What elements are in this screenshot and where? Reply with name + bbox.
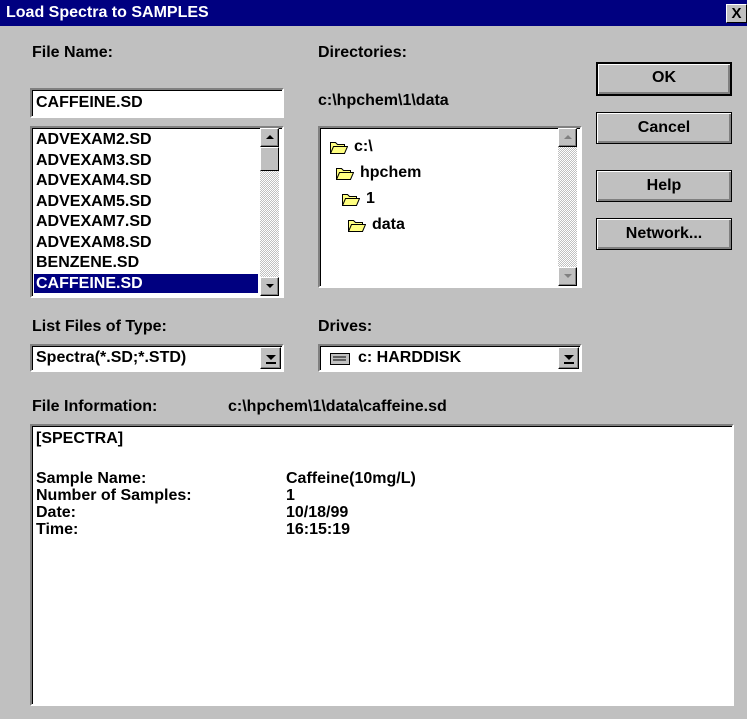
drives-label: Drives: [318,318,373,335]
file-list[interactable]: ADVEXAM2.SD ADVEXAM3.SD ADVEXAM4.SD ADVEXAM… [30,126,284,298]
list-item[interactable]: ADVEXAM3.SD [36,151,152,170]
file-type-label: List Files of Type: [32,318,167,335]
list-item[interactable]: ADVEXAM7.SD [36,212,152,231]
list-item[interactable]: ADVEXAM4.SD [36,171,152,190]
info-value: 1 [286,487,295,504]
drives-value: c: HARDDISK [358,349,462,366]
cancel-button-label: Cancel [637,119,691,136]
open-folder-icon [341,192,361,206]
drives-chevron-down-icon[interactable] [558,347,579,369]
info-key: Sample Name: [36,470,147,487]
help-button[interactable]: Help [596,170,732,202]
hard-drive-icon [330,353,350,365]
info-value: Caffeine(10mg/L) [286,470,416,487]
file-information-panel: [SPECTRA] Sample Name: Caffeine(10mg/L) Nu… [30,424,734,706]
directory-name: c:\ [354,138,373,155]
list-item[interactable]: BENZENE.SD [36,253,139,272]
directories-label-text: Directories: [318,44,407,61]
dir-scroll-up-button[interactable] [558,128,577,147]
file-information-header: [SPECTRA] [36,430,124,447]
drives-select[interactable]: c: HARDDISK [318,344,582,372]
open-folder-icon [335,166,355,180]
info-value: 16:15:19 [286,521,351,538]
open-folder-icon [347,218,367,232]
file-information-path: c:\hpchem\1\data\caffeine.sd [228,398,447,415]
window-title: Load Spectra to SAMPLES [6,4,209,21]
title-bar[interactable]: Load Spectra to SAMPLES X [0,0,747,26]
file-information-label: File Information: [32,398,158,415]
close-button[interactable]: X [726,4,747,23]
directory-name: hpchem [360,164,422,181]
file-name-value: CAFFEINE.SD [36,94,143,111]
ok-button[interactable]: OK [596,62,732,96]
cancel-button[interactable]: Cancel [596,112,732,144]
network-button[interactable]: Network... [596,218,732,250]
directory-scrollbar[interactable] [558,128,577,286]
file-name-label: File Name: [32,44,113,62]
list-item[interactable]: ADVEXAM2.SD [36,130,152,149]
chevron-down-icon[interactable] [260,347,281,369]
list-item[interactable]: ADVEXAM5.SD [36,192,152,211]
file-name-input[interactable]: CAFFEINE.SD [30,88,284,118]
scroll-thumb[interactable] [260,147,279,171]
list-item[interactable]: CAFFEINE.SD [34,273,258,293]
directory-name: data [372,216,405,233]
current-directory-path: c:\hpchem\1\data [318,92,449,109]
dir-scroll-down-button[interactable] [558,267,577,286]
file-name-label-text: File Name: [32,44,113,61]
info-key: Number of Samples: [36,487,192,504]
file-type-value: Spectra(*.SD;*.STD) [36,349,187,366]
ok-button-label: OK [652,69,676,86]
network-button-label: Network... [625,225,703,242]
file-type-select[interactable]: Spectra(*.SD;*.STD) [30,344,284,372]
directory-tree[interactable]: c:\ hpchem 1 data [318,126,582,288]
list-item[interactable]: ADVEXAM8.SD [36,233,152,252]
info-value: 10/18/99 [286,504,349,521]
open-folder-icon [329,140,349,154]
info-key: Time: [36,521,79,538]
file-list-scrollbar[interactable] [260,128,279,296]
directory-name: 1 [366,190,375,207]
help-button-label: Help [646,177,682,194]
directories-label: Directories: [318,44,407,62]
scroll-up-button[interactable] [260,128,279,147]
info-key: Date: [36,504,77,521]
scroll-down-button[interactable] [260,277,279,296]
